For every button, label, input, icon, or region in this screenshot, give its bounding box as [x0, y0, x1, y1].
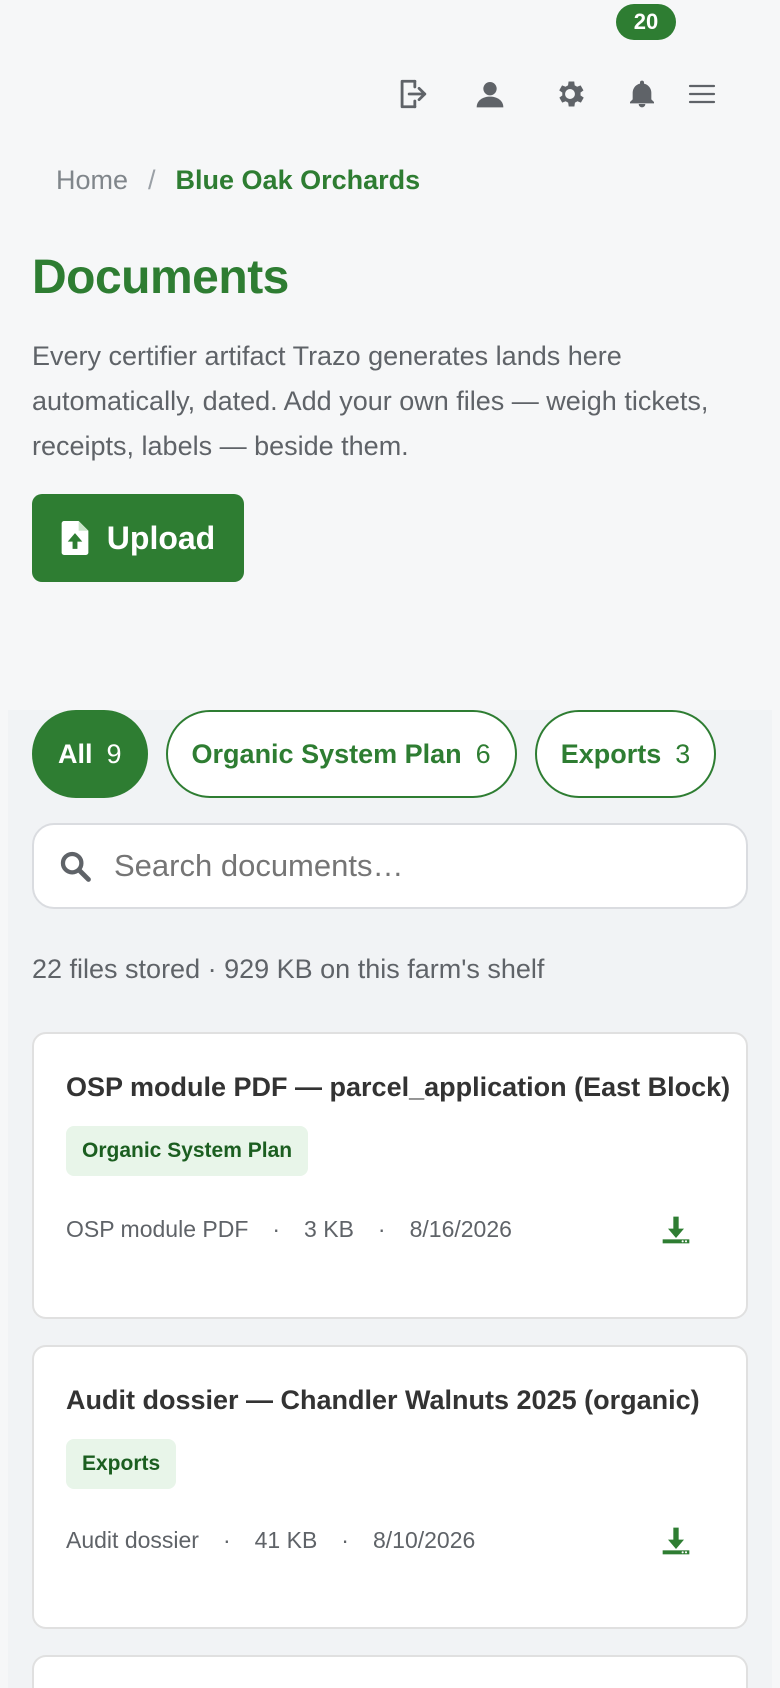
meta-separator: ·	[377, 1216, 386, 1242]
menu-icon[interactable]	[680, 72, 724, 116]
document-category-tag: Exports	[66, 1439, 177, 1489]
download-icon[interactable]	[656, 1521, 696, 1561]
download-icon[interactable]	[656, 1210, 696, 1250]
document-title: Audit dossier — Chandler Walnuts 2025 (o…	[66, 1385, 700, 1415]
user-icon[interactable]	[468, 72, 512, 116]
document-category-tag: Organic System Plan	[66, 1126, 309, 1176]
breadcrumb-separator: /	[148, 165, 156, 195]
document-size: 3 KB	[304, 1216, 354, 1242]
storage-stats: 22 files stored · 929 KB on this farm's …	[32, 954, 545, 984]
document-date: 8/10/2026	[372, 1527, 476, 1553]
breadcrumb-current: Blue Oak Orchards	[175, 165, 421, 195]
meta-separator: ·	[341, 1527, 349, 1553]
filter-chip-exports[interactable]: Exports 3	[534, 710, 717, 798]
document-type: OSP module PDF	[66, 1216, 249, 1242]
document-card[interactable]: Audit dossier — Chandler Walnuts 2025 (o…	[32, 1345, 748, 1629]
filter-chip-count: 9	[106, 738, 122, 769]
search-icon	[60, 851, 91, 882]
upload-button-label: Upload	[106, 519, 216, 556]
document-size: 41 KB	[254, 1527, 318, 1553]
document-type: Audit dossier	[66, 1527, 199, 1553]
page-description: Every certifier artifact Trazo generates…	[32, 341, 709, 461]
filter-chip-label: All	[58, 738, 93, 769]
document-meta: Audit dossier · 41 KB · 8/10/2026	[66, 1527, 475, 1554]
search-box	[32, 823, 748, 909]
search-input[interactable]	[114, 848, 714, 884]
upload-button[interactable]: Upload	[32, 494, 244, 582]
filter-chip-count: 6	[475, 738, 491, 769]
settings-icon[interactable]	[548, 72, 592, 116]
logout-icon[interactable]	[390, 72, 434, 116]
breadcrumb: Home / Blue Oak Orchards	[56, 165, 420, 196]
file-upload-icon	[61, 521, 89, 555]
document-meta: OSP module PDF · 3 KB · 8/16/2026	[66, 1216, 512, 1243]
document-title: OSP module PDF — parcel_application (Eas…	[66, 1072, 731, 1102]
meta-separator: ·	[272, 1216, 281, 1242]
filter-chip-label: Organic System Plan	[191, 738, 462, 769]
filter-chip-label: Exports	[560, 738, 662, 769]
document-card[interactable]: OSP module PDF — parcel_application (Eas…	[32, 1032, 748, 1319]
document-card[interactable]	[32, 1655, 748, 1688]
page-title: Documents	[32, 251, 289, 304]
filter-chip-count: 3	[675, 738, 691, 769]
breadcrumb-home-link[interactable]: Home	[56, 165, 128, 196]
document-date: 8/16/2026	[409, 1216, 512, 1242]
notification-count-badge: 20	[616, 4, 676, 40]
filter-chip-organic-system-plan[interactable]: Organic System Plan 6	[165, 710, 517, 798]
bell-icon[interactable]	[620, 72, 664, 116]
meta-separator: ·	[222, 1527, 231, 1553]
filter-chip-all[interactable]: All 9	[32, 710, 148, 798]
filter-chips: All 9 Organic System Plan 6 Exports 3	[32, 710, 717, 798]
